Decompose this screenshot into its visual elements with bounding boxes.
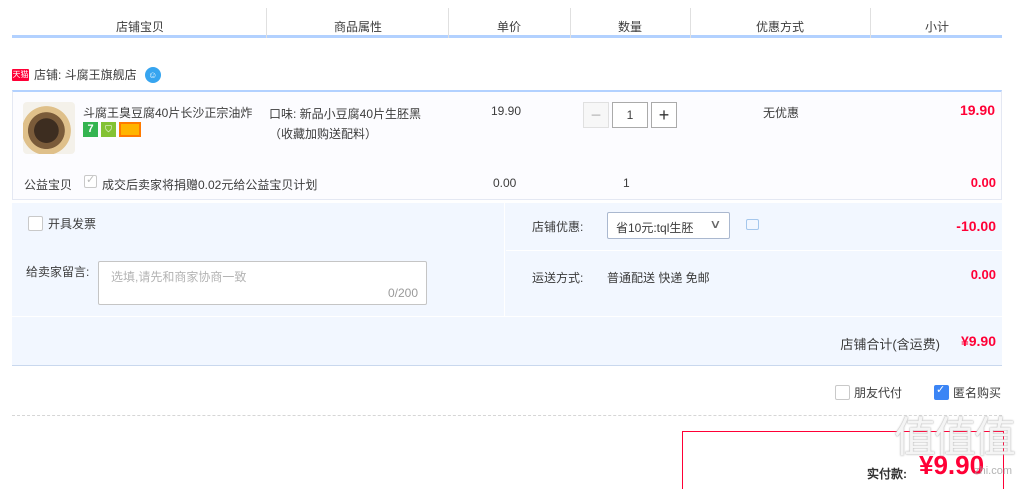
quantity-stepper: − 1 + <box>583 102 677 128</box>
table-header: 店铺宝贝 商品属性 单价 数量 优惠方式 小计 <box>12 0 1002 38</box>
shop-row: 天猫 店铺: 斗腐王旗舰店 ☺ <box>12 66 161 83</box>
col-attributes: 商品属性 <box>333 20 383 34</box>
invoice-checkbox[interactable] <box>28 216 43 231</box>
charity-text: 成交后卖家将捐赠0.02元给公益宝贝计划 <box>102 178 318 192</box>
shop-discount-selected: 省10元:tql生胚 <box>616 221 694 235</box>
shipping-label: 运送方式: <box>532 271 584 285</box>
divider <box>12 316 1002 317</box>
seven-day-return-icon[interactable]: 7 <box>83 122 98 137</box>
product-thumbnail[interactable] <box>23 102 75 154</box>
credit-card-icon[interactable] <box>119 122 141 137</box>
col-shop-item: 店铺宝贝 <box>115 20 165 34</box>
invoice-option[interactable]: 开具发票 <box>28 215 96 232</box>
shop-total-value: ¥9.90 <box>960 333 996 349</box>
payment-summary: 实付款: ¥9.90 <box>682 431 1004 489</box>
col-subtotal: 小计 <box>924 20 950 34</box>
friend-pay-checkbox[interactable] <box>834 385 850 400</box>
col-discount: 优惠方式 <box>755 20 805 34</box>
charity-checkbox <box>84 173 97 188</box>
quantity-minus-button[interactable]: − <box>583 102 609 128</box>
col-separator <box>448 8 449 38</box>
quantity-input[interactable]: 1 <box>612 102 648 128</box>
shop-discount-label: 店铺优惠: <box>532 220 584 234</box>
divider <box>506 250 1002 251</box>
charity-qty: 1 <box>623 176 630 190</box>
chevron-down-icon: ∨ <box>709 217 722 231</box>
charity-label: 公益宝贝 <box>24 178 73 192</box>
comment-icon[interactable] <box>746 219 759 230</box>
shop-discount-select[interactable]: 省10元:tql生胚 ∨ <box>607 212 730 239</box>
payment-label: 实付款: <box>867 467 907 481</box>
shop-name-link[interactable]: 店铺: 斗腐王旗舰店 <box>34 66 137 83</box>
anonymous-label[interactable]: 匿名购买 <box>953 384 1001 401</box>
charity-subtotal: 0.00 <box>970 175 996 190</box>
product-attributes: 口味: 新品小豆腐40片生胚黑 （收藏加购送配料） <box>269 104 421 144</box>
payment-amount: ¥9.90 <box>919 450 985 480</box>
col-separator <box>570 8 571 38</box>
unit-price: 19.90 <box>491 104 522 118</box>
col-separator <box>266 8 267 38</box>
shipping-method: 普通配送 快递 免邮 <box>607 271 710 285</box>
service-badges: 7 ⛉ <box>83 122 141 137</box>
shop-discount-amount: -10.00 <box>956 218 996 234</box>
tmall-badge-icon: 天猫 <box>12 68 29 81</box>
charity-row: 公益宝贝 成交后卖家将捐赠0.02元给公益宝贝计划 0.00 1 0.00 <box>12 173 1002 198</box>
friend-pay-label[interactable]: 朋友代付 <box>854 384 902 401</box>
purchase-options: 朋友代付 匿名购买 <box>834 383 1001 401</box>
discount-method: 无优惠 <box>763 106 800 120</box>
message-placeholder: 选填,请先和商家协商一致 <box>111 270 247 284</box>
message-label: 给卖家留言: <box>26 265 90 279</box>
product-title-link[interactable]: 斗腐王臭豆腐40片长沙正宗油炸 <box>83 104 259 121</box>
attribute-flavor: 口味: 新品小豆腐40片生胚黑 <box>269 107 422 121</box>
anonymous-checkbox[interactable] <box>933 383 949 400</box>
shipping-amount: 0.00 <box>970 267 996 282</box>
col-quantity: 数量 <box>617 20 643 34</box>
dashed-divider <box>12 415 1002 416</box>
message-char-count: 0/200 <box>387 286 418 300</box>
mall-guarantee-icon[interactable]: ⛉ <box>101 122 116 137</box>
col-unit-price: 单价 <box>496 20 522 34</box>
item-subtotal: 19.90 <box>959 102 995 118</box>
col-separator <box>870 8 871 38</box>
charity-price: 0.00 <box>493 176 517 190</box>
shop-total-label: 店铺合计(含运费) <box>840 337 940 352</box>
invoice-label: 开具发票 <box>48 217 97 231</box>
message-textarea[interactable]: 选填,请先和商家协商一致 0/200 <box>98 261 427 305</box>
quantity-plus-button[interactable]: + <box>651 102 677 128</box>
attribute-note: （收藏加购送配料） <box>269 127 378 141</box>
wangwang-icon[interactable]: ☺ <box>144 66 161 83</box>
col-separator <box>690 8 691 38</box>
order-info-panel: 开具发票 给卖家留言: 选填,请先和商家协商一致 0/200 店铺优惠: 省10… <box>12 203 1002 366</box>
